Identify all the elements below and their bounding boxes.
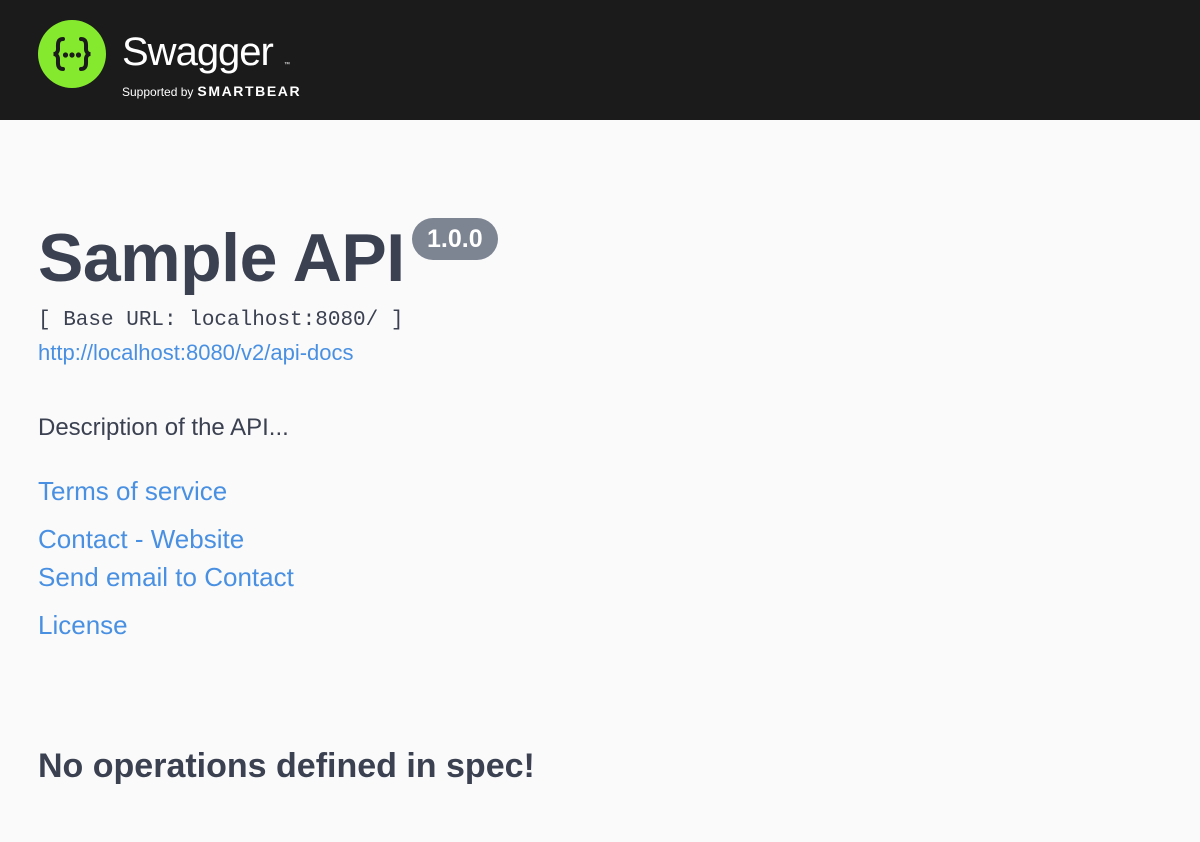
- topbar: Swagger ™ Supported by SMARTBEAR: [0, 0, 1200, 120]
- version-badge: 1.0.0: [412, 218, 498, 260]
- no-operations-message: No operations defined in spec!: [38, 747, 535, 785]
- terms-of-service-link[interactable]: Terms of service: [38, 476, 227, 506]
- base-url: [ Base URL: localhost:8080/ ]: [38, 309, 404, 332]
- page-title: Sample API: [38, 220, 405, 296]
- supported-by-text: Supported by: [122, 85, 194, 99]
- title-row: Sample API 1.0.0: [38, 218, 498, 298]
- license-link[interactable]: License: [38, 610, 128, 640]
- logo-tagline: Supported by SMARTBEAR: [122, 84, 301, 99]
- logo-trademark: ™: [284, 62, 290, 68]
- logo-wordmark: Swagger: [122, 30, 274, 74]
- contact-website-link[interactable]: Contact - Website: [38, 524, 244, 554]
- smartbear-text: SMARTBEAR: [197, 83, 302, 99]
- swagger-logo[interactable]: Swagger ™ Supported by SMARTBEAR: [38, 20, 328, 100]
- swagger-braces-icon: [38, 20, 106, 88]
- spec-url-link[interactable]: http://localhost:8080/v2/api-docs: [38, 340, 354, 366]
- contact-email-link[interactable]: Send email to Contact: [38, 562, 294, 592]
- api-description: Description of the API...: [38, 414, 289, 441]
